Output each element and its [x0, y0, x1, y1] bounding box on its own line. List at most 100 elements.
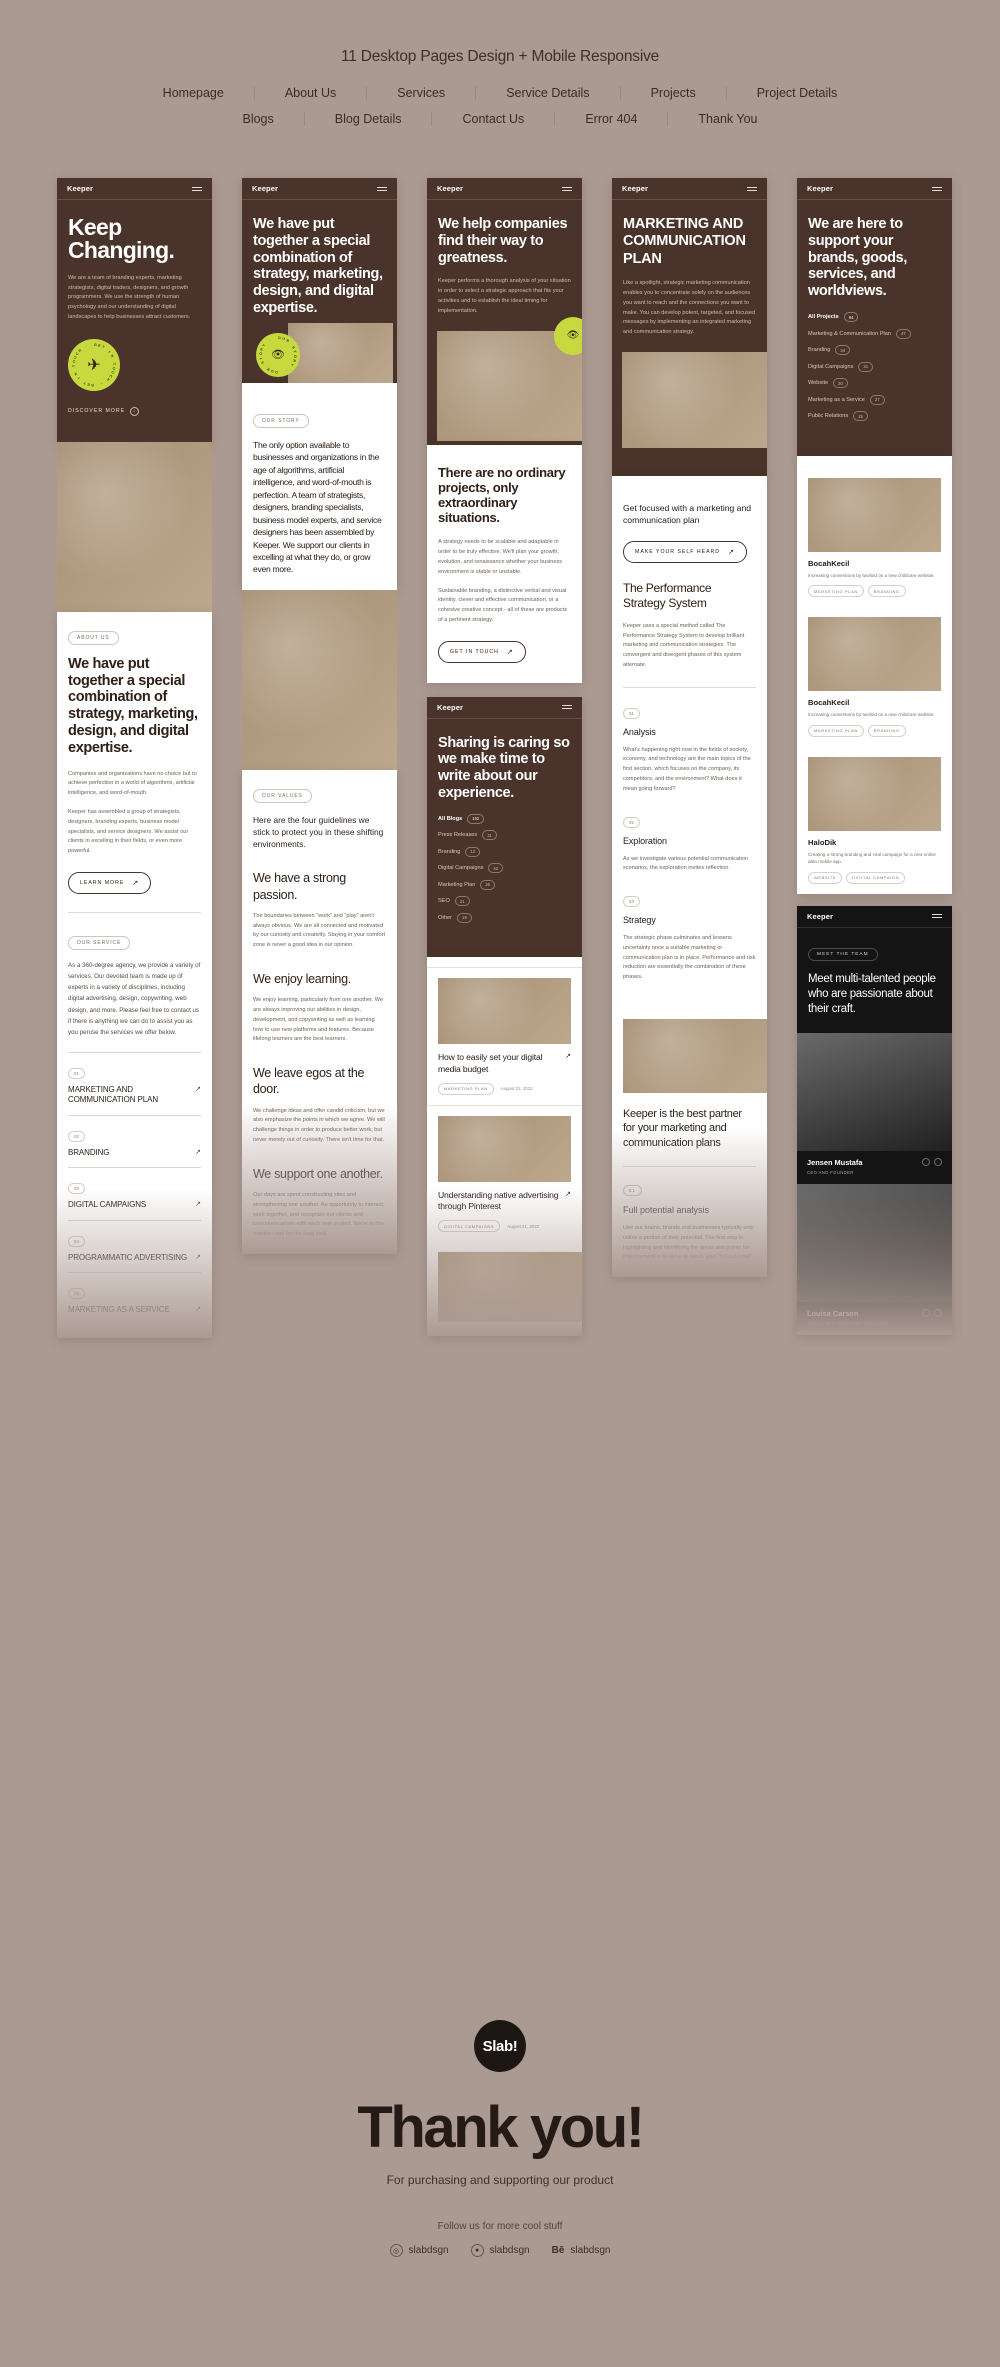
linkedin-icon[interactable] [934, 1308, 942, 1317]
nav-link-service-details[interactable]: Service Details [476, 86, 621, 100]
category-count: 27 [869, 394, 885, 405]
stamp-char: · [284, 367, 288, 373]
social-link-slabdsgn[interactable]: Bē slabdsgn [552, 2244, 611, 2257]
social-link-slabdsgn[interactable]: ● slabdsgn [470, 2244, 530, 2257]
blog-category-seo[interactable]: SEO 21 [438, 896, 571, 907]
blog-category-all-blogs[interactable]: All Blogs 152 [438, 813, 571, 824]
project-card[interactable]: HaloDik Creating a strong branding and vi… [797, 747, 952, 894]
meet-the-team-badge: MEET THE TEAM [808, 947, 878, 961]
blog-category-marketing-plan[interactable]: Marketing Plan 26 [438, 879, 571, 890]
project-category-marketing-as-a-service[interactable]: Marketing as a Service 27 [808, 394, 941, 405]
hamburger-menu-icon[interactable] [562, 703, 572, 711]
service-item[interactable]: 04 PROGRAMMATIC ADVERTISING ↗ [68, 1219, 201, 1272]
our-story-body: The only option available to businesses … [253, 439, 382, 575]
blogs-hero-title: Sharing is caring so we make time to wri… [438, 734, 570, 802]
project-tag: BRANDING [867, 724, 906, 737]
blog-post-card[interactable]: Understanding native advertising through… [427, 1104, 582, 1242]
category-count: 43 [488, 863, 504, 874]
blog-category-other[interactable]: Other 19 [438, 912, 571, 923]
social-link-slabdsgn[interactable]: ◎ slabdsgn [389, 2244, 449, 2257]
team-member-name: Louisa Carson [807, 1308, 859, 1318]
nav-link-blogs[interactable]: Blogs [212, 112, 305, 126]
service-item[interactable]: 05 MARKETING AS A SERVICE ↗ [68, 1271, 201, 1324]
nav-link-homepage[interactable]: Homepage [133, 86, 255, 100]
service-item[interactable]: 03 DIGITAL CAMPAIGNS ↗ [68, 1167, 201, 1219]
get-in-touch-stamp[interactable]: GET IN TOUCH · GET IN TOUCH · ✈ [68, 338, 120, 391]
nav-row-secondary: Blogs Blog Details Contact Us Error 404 Than… [0, 112, 1000, 126]
phone-about-story: OUR STORY The only option available to b… [242, 382, 397, 590]
services-stamp[interactable]: 👁 [554, 316, 582, 355]
blog-category-digital-campaigns[interactable]: Digital Campaigns 43 [438, 863, 571, 874]
project-category-marketing-communication-plan[interactable]: Marketing & Communication Plan 47 [808, 328, 941, 339]
blog-post-card[interactable]: How to easily set your digital media bud… [427, 967, 582, 1104]
service-detail-image-2 [623, 1019, 767, 1094]
instagram-icon[interactable] [922, 1308, 930, 1317]
mockup-column-about: Keeper We have put together a special co… [242, 178, 397, 1254]
linkedin-icon[interactable] [934, 1157, 942, 1166]
blog-post-list: How to easily set your digital media bud… [427, 967, 582, 1242]
project-card[interactable]: BocahKecil Increasing conversions by twof… [797, 607, 952, 747]
hamburger-menu-icon[interactable] [932, 185, 942, 193]
value-item: We leave egos at the door. We challenge i… [253, 1065, 386, 1146]
nav-link-contact-us[interactable]: Contact Us [432, 112, 556, 126]
step-number: 02 [623, 816, 640, 828]
arrow-up-right-icon: ↗ [565, 1053, 571, 1061]
project-category-branding[interactable]: Branding 34 [808, 345, 941, 356]
category-label: Other [438, 914, 452, 921]
hamburger-menu-icon[interactable] [192, 185, 202, 193]
nav-link-services[interactable]: Services [367, 86, 477, 100]
make-yourself-heard-button[interactable]: MAKE YOUR SELF HEARD ↗ [623, 540, 747, 563]
brand-logo: Keeper [622, 184, 649, 193]
get-in-touch-button[interactable]: GET IN TOUCH ↗ [438, 640, 526, 663]
blog-category-branding[interactable]: Branding 12 [438, 846, 571, 857]
brand-logo: Keeper [437, 702, 464, 712]
team-member-socials[interactable] [922, 1308, 942, 1317]
category-label: Website [808, 380, 829, 387]
blog-category-press-releases[interactable]: Press Releases 31 [438, 830, 571, 841]
team-member-card[interactable]: Louisa Carson CREATIVE & STRATEGY DIRECTO… [797, 1183, 952, 1335]
stamp-char: U [270, 368, 275, 374]
nav-link-projects[interactable]: Projects [621, 86, 727, 100]
hero-title: MARKETING AND COMMUNICATION PLAN [623, 216, 746, 267]
stamp-char: · [268, 337, 272, 342]
stamp-char: O [293, 354, 297, 359]
stamp-char: T [111, 362, 117, 366]
project-category-digital-campaigns[interactable]: Digital Campaigns 31 [808, 361, 941, 372]
blog-post-date: August 22, 2022 [500, 1086, 533, 1092]
project-category-all-projects[interactable]: All Projects 94 [808, 312, 941, 323]
hamburger-menu-icon[interactable] [747, 185, 757, 193]
hamburger-menu-icon[interactable] [377, 185, 387, 193]
discover-more-link[interactable]: DISCOVER MORE ↓ [68, 406, 201, 416]
nav-link-error-404[interactable]: Error 404 [555, 112, 669, 126]
hamburger-menu-icon[interactable] [932, 912, 942, 920]
project-card[interactable]: BocahKecil Increasing conversions by twof… [797, 468, 952, 608]
learn-more-button[interactable]: LEARN MORE ↗ [68, 871, 152, 894]
category-count: 30 [833, 378, 848, 389]
full-potential-body: Like our brains, brands and businesses t… [623, 1224, 754, 1261]
service-number: 02 [68, 1130, 85, 1142]
phone-projects-hero: Keeper We are here to support your brand… [797, 178, 952, 456]
service-item[interactable]: 02 BRANDING ↗ [68, 1114, 201, 1167]
nav-link-thank-you[interactable]: Thank You [668, 112, 787, 126]
project-category-website[interactable]: Website 30 [808, 378, 941, 389]
category-count: 15 [853, 411, 868, 422]
team-member-socials[interactable] [922, 1157, 942, 1166]
stamp-char: T [71, 364, 77, 368]
step-title: Analysis [623, 726, 656, 737]
project-title: HaloDik [808, 837, 837, 847]
nav-link-project-details[interactable]: Project Details [727, 86, 868, 100]
hero-section: MARKETING AND COMMUNICATION PLAN Like a … [612, 200, 767, 352]
nav-link-blog-details[interactable]: Blog Details [305, 112, 433, 126]
value-body: Our days are spent constructing sites an… [253, 1192, 385, 1238]
project-category-public-relations[interactable]: Public Relations 15 [808, 411, 941, 422]
instagram-icon[interactable] [922, 1157, 930, 1166]
service-item[interactable]: 01 MARKETING AND COMMUNICATION PLAN ↗ [68, 1052, 201, 1115]
closing-title: Keeper is the best partner for your mark… [623, 1108, 742, 1149]
nav-link-about-us[interactable]: About Us [255, 86, 368, 100]
project-tags: WEBSITE DIGITAL CAMPAIGN [808, 871, 941, 884]
strategy-step: 01 Analysis What's happening right now in … [623, 702, 756, 795]
our-story-stamp[interactable]: OUR STORY · OUR STORY · 👁 [256, 332, 300, 377]
get-in-touch-label: GET IN TOUCH [450, 648, 499, 655]
team-member-card[interactable]: Jensen Mustafa CEO AND FOUNDER [797, 1032, 952, 1184]
hamburger-menu-icon[interactable] [562, 185, 572, 193]
